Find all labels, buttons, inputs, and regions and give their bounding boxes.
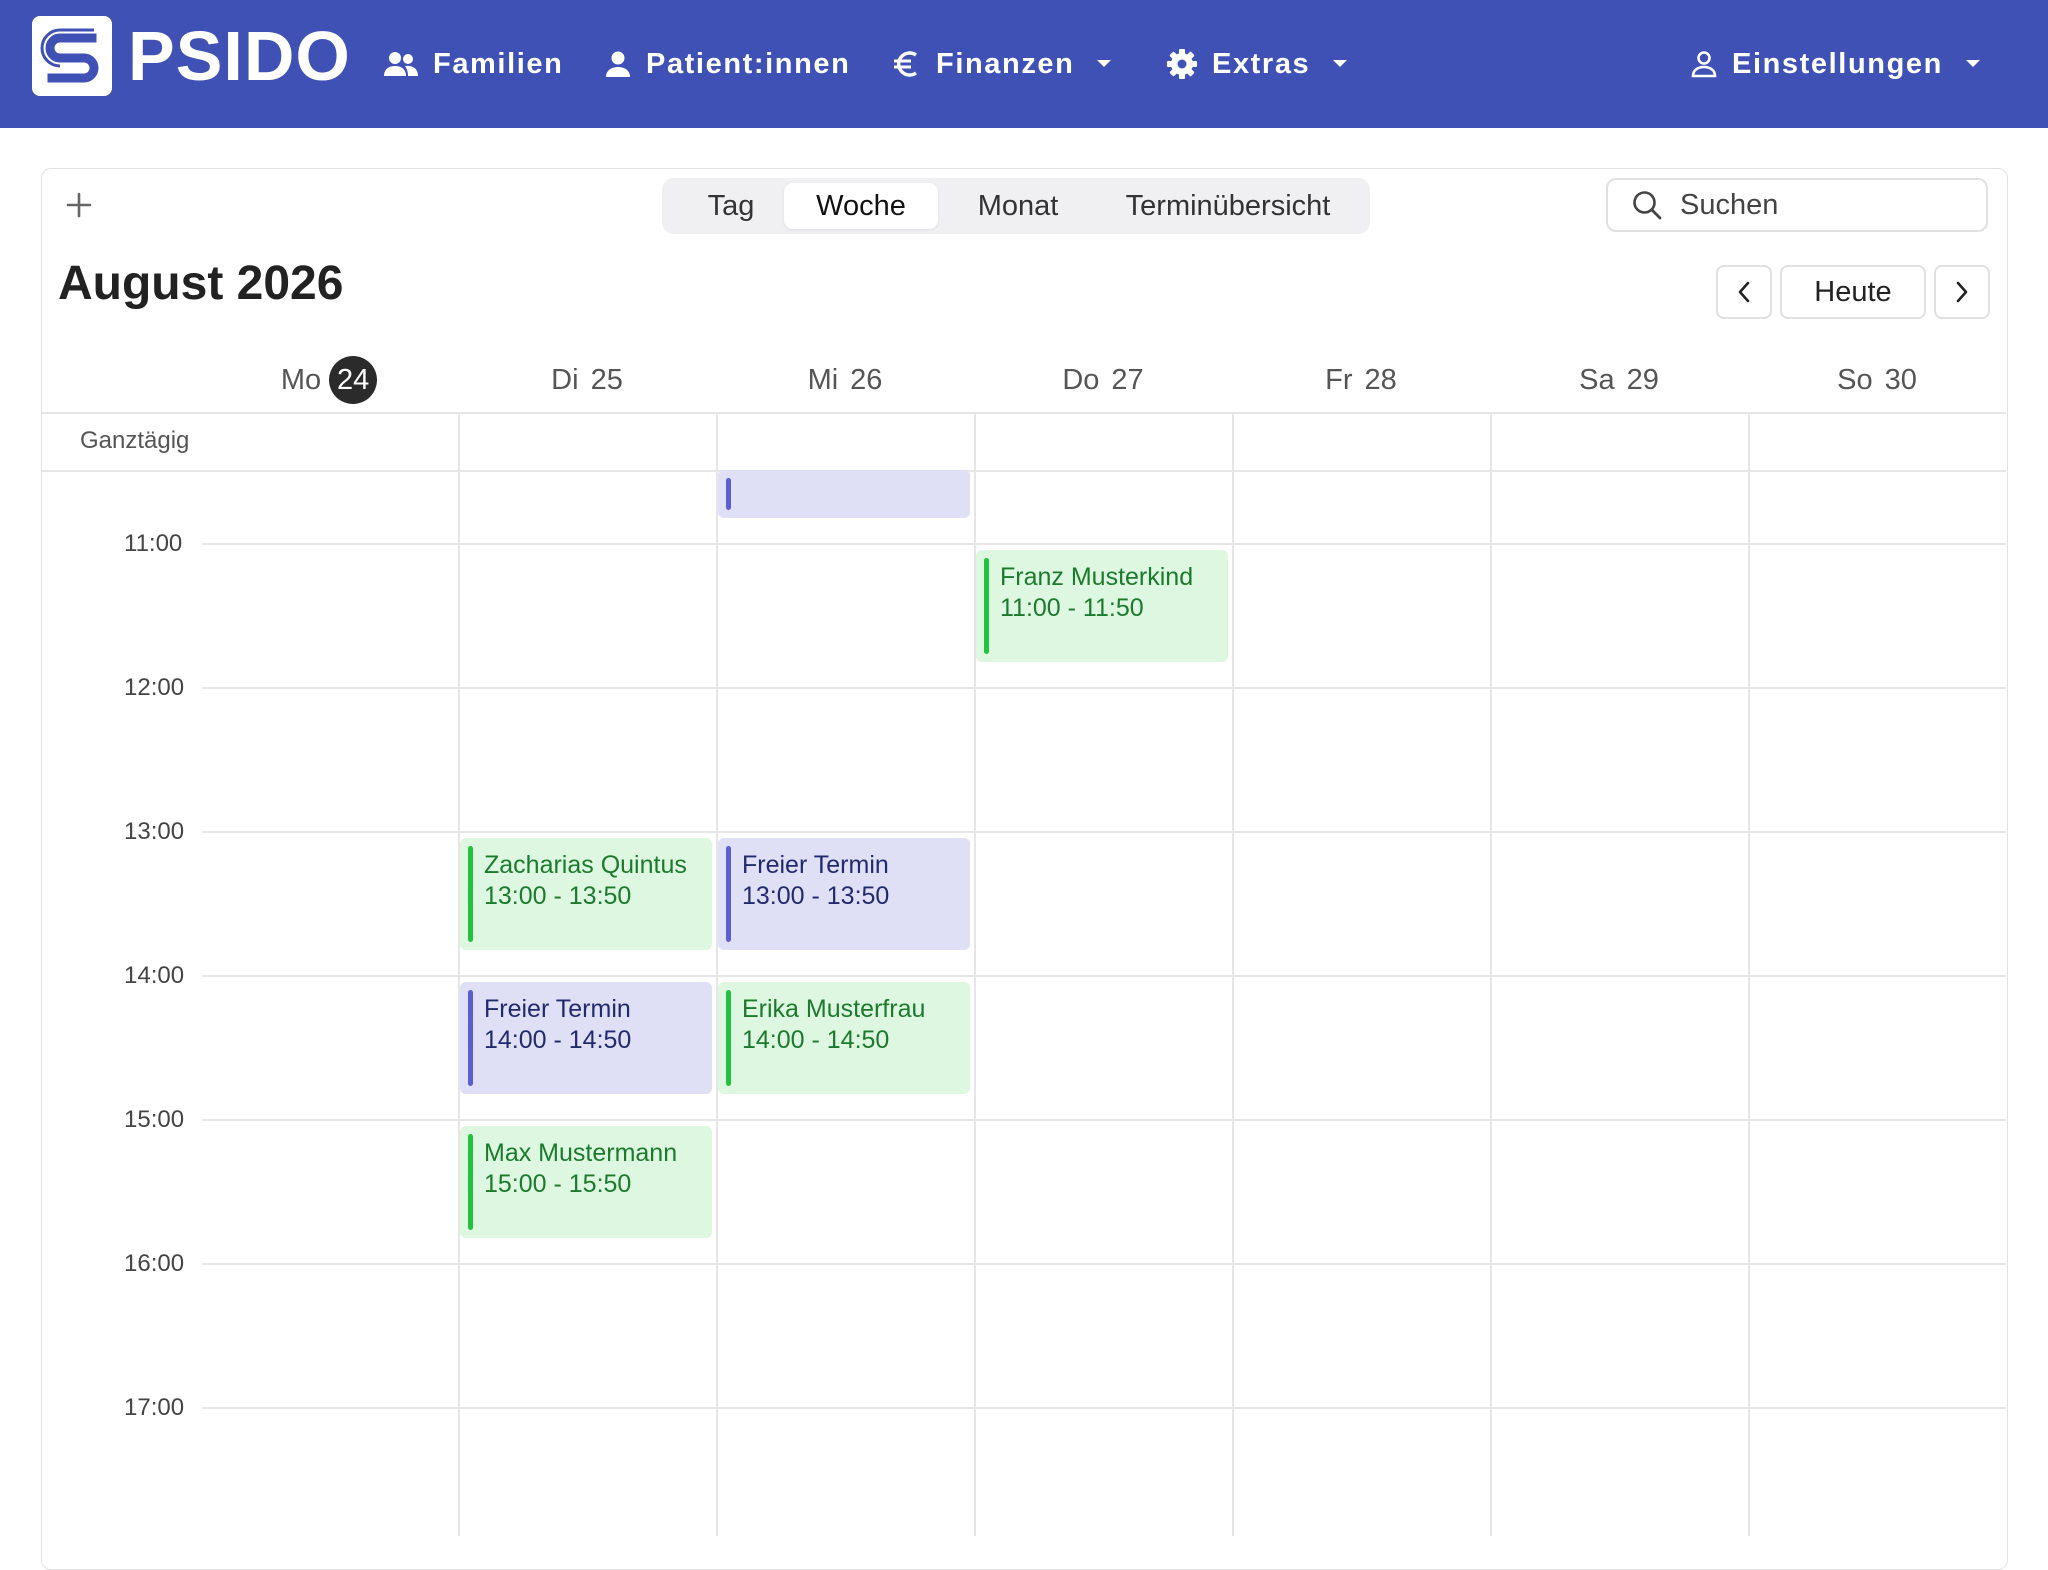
day-column-line	[1748, 412, 1750, 1536]
hour-line	[202, 975, 2006, 977]
event-block[interactable]: Franz Musterkind 11:00 - 11:50	[976, 550, 1228, 662]
day-number: 29	[1626, 363, 1659, 396]
day-abbr: Do	[1062, 363, 1100, 396]
nav-patientinnen[interactable]: Patient:innen	[604, 34, 850, 94]
allday-divider	[42, 470, 2006, 472]
search-box	[1606, 178, 1988, 232]
time-label: 14:00	[124, 962, 185, 989]
day-number: 27	[1111, 363, 1144, 396]
day-header-do[interactable]: Do 27	[974, 356, 1232, 404]
today-badge: 24	[329, 356, 378, 404]
search-input[interactable]	[1678, 187, 1962, 223]
person-icon	[604, 50, 632, 78]
time-label: 12:00	[124, 674, 185, 701]
event-title: Max Mustermann	[484, 1139, 678, 1167]
day-column-line	[1232, 412, 1234, 1536]
day-number: 26	[850, 363, 883, 396]
day-number: 28	[1364, 363, 1397, 396]
tab-terminuebersicht[interactable]: Terminübersicht	[1098, 183, 1358, 229]
hour-line	[202, 687, 2006, 689]
event-block[interactable]: Freier Termin 14:00 - 14:50	[460, 982, 712, 1094]
hour-line	[202, 543, 2006, 545]
psido-logo-icon[interactable]	[32, 16, 112, 96]
people-icon	[383, 50, 419, 78]
euro-icon	[892, 49, 922, 79]
nav-finanzen[interactable]: Finanzen	[892, 34, 1112, 94]
tab-woche[interactable]: Woche	[784, 183, 938, 229]
chevron-right-icon	[1956, 281, 1968, 303]
nav-einstellungen-label: Einstellungen	[1732, 47, 1943, 80]
event-time: 13:00 - 13:50	[742, 882, 890, 910]
event-block[interactable]: Freier Termin 13:00 - 13:50	[718, 838, 970, 950]
search-icon	[1632, 190, 1662, 220]
time-label: 13:00	[124, 818, 185, 845]
nav-patientinnen-label: Patient:innen	[646, 47, 851, 80]
event-block[interactable]: Max Mustermann 15:00 - 15:50	[460, 1126, 712, 1238]
allday-label: Ganztägig	[80, 427, 190, 454]
plus-icon	[66, 192, 92, 218]
day-header-mo[interactable]: Mo 24	[200, 356, 458, 404]
hour-line	[202, 1263, 2006, 1265]
nav-familien[interactable]: Familien	[383, 34, 563, 94]
day-column-line	[716, 412, 718, 1536]
day-header-fr[interactable]: Fr 28	[1232, 356, 1490, 404]
day-number: 25	[590, 363, 623, 396]
month-title: August 2026	[58, 257, 344, 310]
chevron-down-icon	[1332, 59, 1348, 69]
today-button[interactable]: Heute	[1780, 265, 1926, 319]
day-abbr: Di	[551, 363, 579, 396]
app-name[interactable]: PSIDO	[128, 14, 351, 98]
user-outline-icon	[1690, 50, 1718, 78]
day-header-di[interactable]: Di 25	[458, 356, 716, 404]
day-abbr: Fr	[1325, 363, 1353, 396]
header-divider	[42, 412, 2006, 414]
time-label: 17:00	[124, 1394, 185, 1421]
nav-extras[interactable]: Extras	[1166, 34, 1348, 94]
event-time: 14:00 - 14:50	[484, 1026, 632, 1054]
hour-line	[202, 1407, 2006, 1409]
day-column-line	[458, 412, 460, 1536]
event-title: Zacharias Quintus	[484, 851, 687, 879]
nav-extras-label: Extras	[1212, 47, 1311, 80]
event-time: 15:00 - 15:50	[484, 1170, 632, 1198]
chevron-down-icon	[1965, 59, 1981, 69]
event-time: 11:00 - 11:50	[1000, 594, 1144, 622]
day-header-so[interactable]: So 30	[1748, 356, 2006, 404]
nav-familien-label: Familien	[433, 47, 564, 80]
day-number: 30	[1884, 363, 1917, 396]
gear-icon	[1166, 48, 1198, 80]
event-block[interactable]	[718, 470, 970, 518]
previous-week-button[interactable]	[1716, 265, 1772, 319]
event-title: Erika Musterfrau	[742, 995, 926, 1023]
nav-einstellungen[interactable]: Einstellungen	[1690, 34, 1981, 94]
day-abbr: Mo	[280, 363, 322, 396]
nav-finanzen-label: Finanzen	[936, 47, 1075, 80]
day-abbr: Mi	[807, 363, 839, 396]
hour-line	[202, 1119, 2006, 1121]
event-title: Freier Termin	[742, 851, 889, 879]
event-time: 14:00 - 14:50	[742, 1026, 890, 1054]
day-abbr: So	[1837, 363, 1873, 396]
chevron-left-icon	[1738, 281, 1750, 303]
event-title: Franz Musterkind	[1000, 563, 1194, 591]
chevron-down-icon	[1096, 59, 1112, 69]
time-label: 15:00	[124, 1106, 185, 1133]
tab-monat[interactable]: Monat	[940, 183, 1096, 229]
day-header-sa[interactable]: Sa 29	[1490, 356, 1748, 404]
add-event-button[interactable]	[64, 190, 94, 220]
top-navbar: PSIDO Familien Patient:innen Finanzen Ex…	[0, 0, 2048, 128]
time-label: 16:00	[124, 1250, 185, 1277]
event-block[interactable]: Zacharias Quintus 13:00 - 13:50	[460, 838, 712, 950]
day-column-line	[1490, 412, 1492, 1536]
tab-tag[interactable]: Tag	[680, 183, 782, 229]
event-block[interactable]: Erika Musterfrau 14:00 - 14:50	[718, 982, 970, 1094]
day-abbr: Sa	[1579, 363, 1615, 396]
view-switcher: Tag Woche Monat Terminübersicht	[662, 178, 1370, 234]
event-time: 13:00 - 13:50	[484, 882, 632, 910]
time-label: 11:00	[124, 530, 183, 557]
event-title: Freier Termin	[484, 995, 631, 1023]
hour-line	[202, 831, 2006, 833]
next-week-button[interactable]	[1934, 265, 1990, 319]
day-header-mi[interactable]: Mi 26	[716, 356, 974, 404]
